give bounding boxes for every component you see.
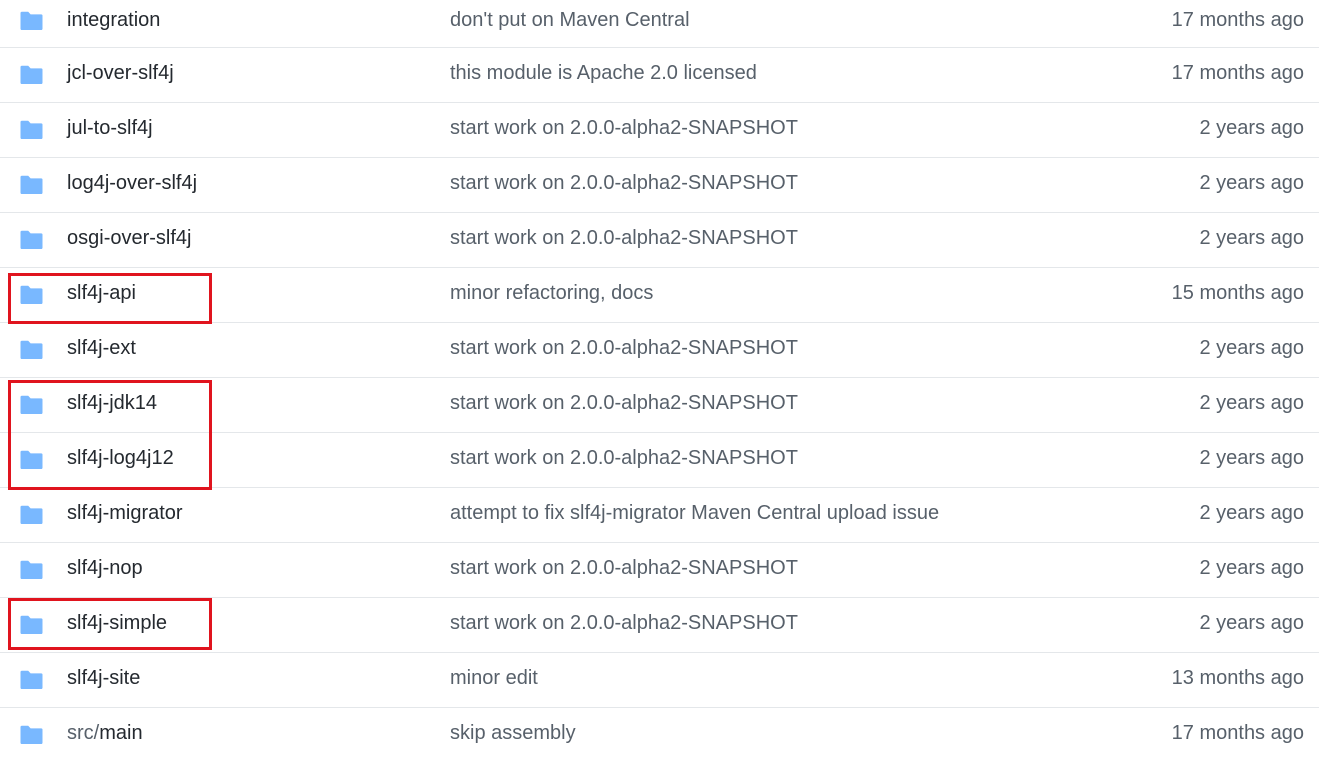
file-row[interactable]: slf4j-simple start work on 2.0.0-alpha2-… <box>0 598 1319 653</box>
commit-age: 2 years ago <box>1199 447 1304 469</box>
folder-name-link[interactable]: slf4j-migrator <box>67 501 183 525</box>
commit-age: 2 years ago <box>1199 172 1304 194</box>
file-list: integration don't put on Maven Central 1… <box>0 0 1319 763</box>
commit-message-link[interactable]: start work on 2.0.0-alpha2-SNAPSHOT <box>450 446 798 470</box>
folder-icon <box>19 615 44 635</box>
commit-message-link[interactable]: start work on 2.0.0-alpha2-SNAPSHOT <box>450 336 798 360</box>
file-row[interactable]: jul-to-slf4j start work on 2.0.0-alpha2-… <box>0 103 1319 158</box>
folder-icon <box>19 285 44 305</box>
file-row[interactable]: osgi-over-slf4j start work on 2.0.0-alph… <box>0 213 1319 268</box>
folder-name-link[interactable]: slf4j-site <box>67 666 140 690</box>
commit-message-link[interactable]: start work on 2.0.0-alpha2-SNAPSHOT <box>450 391 798 415</box>
folder-icon <box>19 560 44 580</box>
file-row[interactable]: slf4j-migrator attempt to fix slf4j-migr… <box>0 488 1319 543</box>
folder-icon <box>19 450 44 470</box>
commit-message-link[interactable]: minor edit <box>450 666 538 690</box>
folder-icon <box>19 175 44 195</box>
file-row[interactable]: slf4j-site minor edit 13 months ago <box>0 653 1319 708</box>
commit-message-link[interactable]: minor refactoring, docs <box>450 281 653 305</box>
folder-icon <box>19 120 44 140</box>
folder-name-link[interactable]: integration <box>67 8 160 32</box>
folder-name-link[interactable]: slf4j-api <box>67 281 136 305</box>
commit-message-link[interactable]: start work on 2.0.0-alpha2-SNAPSHOT <box>450 611 798 635</box>
folder-icon <box>19 505 44 525</box>
commit-age: 2 years ago <box>1199 502 1304 524</box>
folder-icon <box>19 65 44 85</box>
folder-name-link[interactable]: slf4j-ext <box>67 336 136 360</box>
commit-message-link[interactable]: start work on 2.0.0-alpha2-SNAPSHOT <box>450 171 798 195</box>
commit-age: 2 years ago <box>1199 557 1304 579</box>
file-row[interactable]: slf4j-api minor refactoring, docs 15 mon… <box>0 268 1319 323</box>
commit-message-link[interactable]: attempt to fix slf4j-migrator Maven Cent… <box>450 501 939 525</box>
commit-age: 2 years ago <box>1199 392 1304 414</box>
commit-age: 17 months ago <box>1171 722 1304 744</box>
commit-age: 2 years ago <box>1199 337 1304 359</box>
folder-icon <box>19 395 44 415</box>
file-row[interactable]: slf4j-log4j12 start work on 2.0.0-alpha2… <box>0 433 1319 488</box>
folder-name-text: main <box>99 722 143 744</box>
commit-message-link[interactable]: start work on 2.0.0-alpha2-SNAPSHOT <box>450 116 798 140</box>
folder-name-link[interactable]: slf4j-jdk14 <box>67 391 157 415</box>
folder-icon <box>19 230 44 250</box>
file-row[interactable]: src/main skip assembly 17 months ago <box>0 708 1319 763</box>
commit-message-link[interactable]: start work on 2.0.0-alpha2-SNAPSHOT <box>450 226 798 250</box>
file-row[interactable]: slf4j-jdk14 start work on 2.0.0-alpha2-S… <box>0 378 1319 433</box>
commit-message-link[interactable]: start work on 2.0.0-alpha2-SNAPSHOT <box>450 556 798 580</box>
file-row[interactable]: log4j-over-slf4j start work on 2.0.0-alp… <box>0 158 1319 213</box>
file-row[interactable]: slf4j-nop start work on 2.0.0-alpha2-SNA… <box>0 543 1319 598</box>
commit-age: 17 months ago <box>1171 62 1304 84</box>
folder-name-link[interactable]: slf4j-log4j12 <box>67 446 174 470</box>
folder-name-link[interactable]: osgi-over-slf4j <box>67 226 191 250</box>
folder-name-link[interactable]: jul-to-slf4j <box>67 116 153 140</box>
folder-icon <box>19 11 44 31</box>
file-row[interactable]: slf4j-ext start work on 2.0.0-alpha2-SNA… <box>0 323 1319 378</box>
commit-age: 2 years ago <box>1199 612 1304 634</box>
commit-message-link[interactable]: this module is Apache 2.0 licensed <box>450 61 757 85</box>
folder-path-prefix: src/ <box>67 722 100 744</box>
folder-name-link[interactable]: slf4j-nop <box>67 556 143 580</box>
commit-age: 13 months ago <box>1171 667 1304 689</box>
folder-icon <box>19 725 44 745</box>
folder-icon <box>19 670 44 690</box>
commit-age: 2 years ago <box>1199 117 1304 139</box>
folder-name-link[interactable]: log4j-over-slf4j <box>67 171 197 195</box>
commit-age: 15 months ago <box>1171 282 1304 304</box>
file-row[interactable]: integration don't put on Maven Central 1… <box>0 0 1319 48</box>
commit-age: 2 years ago <box>1199 227 1304 249</box>
folder-name-link[interactable]: src/main <box>67 721 143 745</box>
file-row[interactable]: jcl-over-slf4j this module is Apache 2.0… <box>0 48 1319 103</box>
commit-message-link[interactable]: don't put on Maven Central <box>450 8 690 32</box>
folder-name-link[interactable]: slf4j-simple <box>67 611 167 635</box>
folder-icon <box>19 340 44 360</box>
folder-name-link[interactable]: jcl-over-slf4j <box>67 61 174 85</box>
commit-age: 17 months ago <box>1171 9 1304 31</box>
commit-message-link[interactable]: skip assembly <box>450 721 576 745</box>
